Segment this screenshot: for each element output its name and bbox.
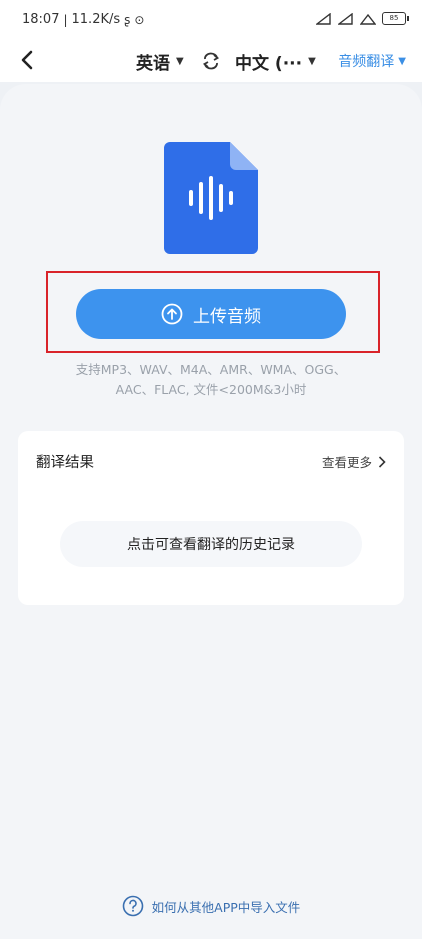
swap-languages-icon[interactable] <box>200 50 222 72</box>
view-more-link[interactable]: 查看更多 <box>322 452 386 471</box>
audio-file-icon <box>164 142 258 254</box>
source-language-selector[interactable]: 英语 ▼ <box>136 49 184 74</box>
target-language-selector[interactable]: 中文 (··· ▼ <box>235 49 316 74</box>
mode-label: 音频翻译 <box>338 54 395 70</box>
network-speed: 11.2K/s <box>71 12 121 27</box>
caret-down-icon: ▼ <box>176 56 184 67</box>
status-left: 18:07 | 11.2K/s ʂ ⊙ <box>22 12 144 27</box>
history-records-button[interactable]: 点击可查看翻译的历史记录 <box>60 521 362 567</box>
alarm-icon: ⊙ <box>134 12 145 27</box>
chevron-right-icon <box>378 455 386 468</box>
upload-button-label: 上传音频 <box>193 306 261 327</box>
upload-arrow-icon <box>161 303 183 325</box>
target-language-label: 中文 (··· <box>235 54 303 74</box>
wifi-icon <box>360 13 376 25</box>
battery-level: 85 <box>389 14 399 22</box>
mode-selector[interactable]: 音频翻译 ▼ <box>338 51 406 71</box>
translation-results-card: 翻译结果 查看更多 点击可查看翻译的历史记录 <box>18 431 404 605</box>
upload-audio-button[interactable]: 上传音频 <box>76 289 346 339</box>
results-title: 翻译结果 <box>36 455 94 471</box>
status-right: 85 <box>316 12 409 25</box>
question-circle-icon <box>122 895 143 917</box>
top-nav: 英语 ▼ 中文 (··· ▼ 音频翻译 ▼ <box>0 40 422 82</box>
source-language-label: 英语 <box>136 54 170 74</box>
import-help-link[interactable]: 如何从其他APP中导入文件 <box>0 895 422 917</box>
import-help-label: 如何从其他APP中导入文件 <box>151 899 301 915</box>
status-time: 18:07 <box>22 12 60 27</box>
formats-line-1: 支持MP3、WAV、M4A、AMR、WMA、OGG、 <box>75 362 347 377</box>
divider-icon: | <box>63 12 68 27</box>
signal-2-icon <box>338 12 353 25</box>
history-button-label: 点击可查看翻译的历史记录 <box>127 537 295 553</box>
view-more-label: 查看更多 <box>321 455 372 470</box>
caret-down-icon: ▼ <box>308 56 316 67</box>
sync-icon: ʂ <box>124 12 131 27</box>
signal-icon <box>316 12 331 25</box>
status-bar: 18:07 | 11.2K/s ʂ ⊙ 85 <box>0 0 422 40</box>
caret-down-icon: ▼ <box>398 55 406 67</box>
formats-line-2: AAC、FLAC, 文件<200M&3小时 <box>115 382 307 397</box>
supported-formats-text: 支持MP3、WAV、M4A、AMR、WMA、OGG、 AAC、FLAC, 文件<… <box>30 360 392 400</box>
back-arrow-icon[interactable] <box>16 46 40 74</box>
battery-icon: 85 <box>382 12 409 25</box>
